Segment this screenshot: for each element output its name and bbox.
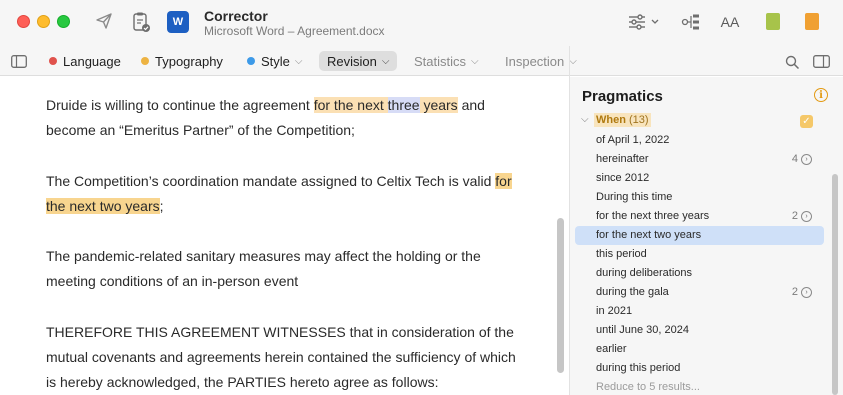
document-check-icon[interactable] [130,10,152,34]
chevron-down-icon: ⌵ [471,55,479,67]
search-icon[interactable] [784,54,800,70]
group-label: When (13) [594,113,651,127]
language-dot [49,57,57,65]
inspection-label: Inspection [505,53,565,69]
text-run: Druide is willing to continue the agreem… [46,97,314,113]
next-occurrence-icon[interactable]: › [801,153,812,165]
reduce-results-label: Reduce to 5 results... [596,381,700,393]
hierarchy-icon[interactable] [680,12,702,32]
list-item[interactable]: during deliberations [575,264,824,283]
style-label: Style [261,53,290,69]
inspector-toggle-icon[interactable] [813,54,830,68]
panel-title: Pragmatics [582,88,663,105]
revision-tab[interactable]: Revision ⌵ [319,51,398,71]
highlight-when[interactable]: for the next [313,97,388,113]
paragraph-2: The Competition’s coordination mandate a… [46,169,526,219]
revision-label: Revision [327,53,377,69]
paragraph-3: The pandemic-related sanitary measures m… [46,248,481,289]
typography-filter[interactable]: Typography [141,51,223,71]
language-label: Language [63,53,121,69]
list-item[interactable]: during this period [575,359,824,378]
send-icon[interactable] [94,11,114,31]
count-value: 2 [791,286,798,298]
statistics-tab[interactable]: Statistics ⌵ [414,51,479,71]
next-occurrence-icon[interactable]: › [801,286,812,298]
orange-book-icon[interactable] [805,13,819,30]
list-item-label: hereinafter [596,153,649,165]
list-item-label: during the gala [596,286,669,298]
sidebar-toggle-icon[interactable] [11,54,27,68]
typography-label: Typography [155,53,223,69]
typography-dot [141,57,149,65]
occurrence-count[interactable]: 4 › [792,153,812,165]
list-item-label: During this time [596,191,673,203]
list-item-label: earlier [596,343,627,355]
title-bar: W Corrector Microsoft Word – Agreement.d… [0,0,843,46]
list-item-label: until June 30, 2024 [596,324,689,336]
list-item[interactable]: earlier [575,340,824,359]
list-item[interactable]: hereinafter 4 › [575,150,824,169]
inspector-panel: Pragmatics i ⌵ When (13) ✓ of April 1, 2… [570,77,843,395]
inspection-tab[interactable]: Inspection ⌵ [505,51,577,71]
filter-toolbar: Language Typography Style ⌵ Revision ⌵ S… [0,46,843,76]
chevron-down-icon: ⌵ [294,55,303,67]
paragraph-4: THEREFORE THIS AGREEMENT WITNESSES that … [46,324,516,390]
style-filter[interactable]: Style ⌵ [247,51,303,71]
list-item[interactable]: during the gala 2 › [575,283,824,302]
text-run: The Competition’s coordination mandate a… [46,173,496,189]
list-item-label: for the next three years [596,210,710,222]
occurrence-count[interactable]: 2 › [792,286,812,298]
chevron-down-icon: ⌵ [569,55,577,67]
list-item[interactable]: this period [575,245,824,264]
count-value: 2 [791,210,798,222]
word-app-icon[interactable]: W [167,11,189,33]
statistics-label: Statistics [414,53,467,69]
list-item-label: during deliberations [596,267,693,279]
document-name: Microsoft Word – Agreement.docx [204,24,385,38]
minimize-window-button[interactable] [37,15,50,28]
zoom-window-button[interactable] [57,15,70,28]
list-item-label: since 2012 [596,172,650,184]
chevron-down-icon: ⌵ [381,55,390,67]
list-item[interactable]: since 2012 [575,169,824,188]
next-occurrence-icon[interactable]: › [801,210,812,222]
list-item-label: for the next two years [596,229,702,241]
list-item[interactable]: in 2021 [575,302,824,321]
group-name: When [596,114,626,126]
document-scrollbar[interactable] [557,218,564,373]
list-item-label: in 2021 [596,305,633,317]
list-item[interactable]: During this time [575,188,824,207]
list-item[interactable]: for the next three years 2 › [575,207,824,226]
language-filter[interactable]: Language [49,51,121,71]
list-item-label: of April 1, 2022 [596,134,670,146]
panel-scrollbar[interactable] [832,174,838,395]
info-icon[interactable]: i [814,88,828,102]
text-run: ; [159,198,164,214]
chevron-down-icon[interactable]: ⌵ [581,114,589,125]
occurrence-count[interactable]: 2 › [792,210,812,222]
list-item[interactable]: for the next two years [575,226,824,245]
highlight-style[interactable]: three [387,97,420,113]
close-window-button[interactable] [17,15,30,28]
reduce-results-link[interactable]: Reduce to 5 results... [575,378,824,395]
group-when[interactable]: ⌵ When (13) ✓ [570,112,843,131]
green-book-icon[interactable] [766,13,780,30]
sliders-icon[interactable] [627,12,663,32]
text-size-icon[interactable]: AA [718,12,742,32]
style-dot [247,57,255,65]
app-name: Corrector [204,8,268,24]
list-item-label: this period [596,248,647,260]
group-count: (13) [629,114,649,126]
count-value: 4 [791,153,798,165]
list-item-label: during this period [596,362,681,374]
list-item[interactable]: of April 1, 2022 [575,131,824,150]
document-text-area[interactable]: Druide is willing to continue the agreem… [0,77,556,395]
highlight-when[interactable]: years [419,97,458,113]
list-item[interactable]: until June 30, 2024 [575,321,824,340]
group-checkbox[interactable]: ✓ [800,115,813,128]
paragraph-1: Druide is willing to continue the agreem… [46,93,526,143]
